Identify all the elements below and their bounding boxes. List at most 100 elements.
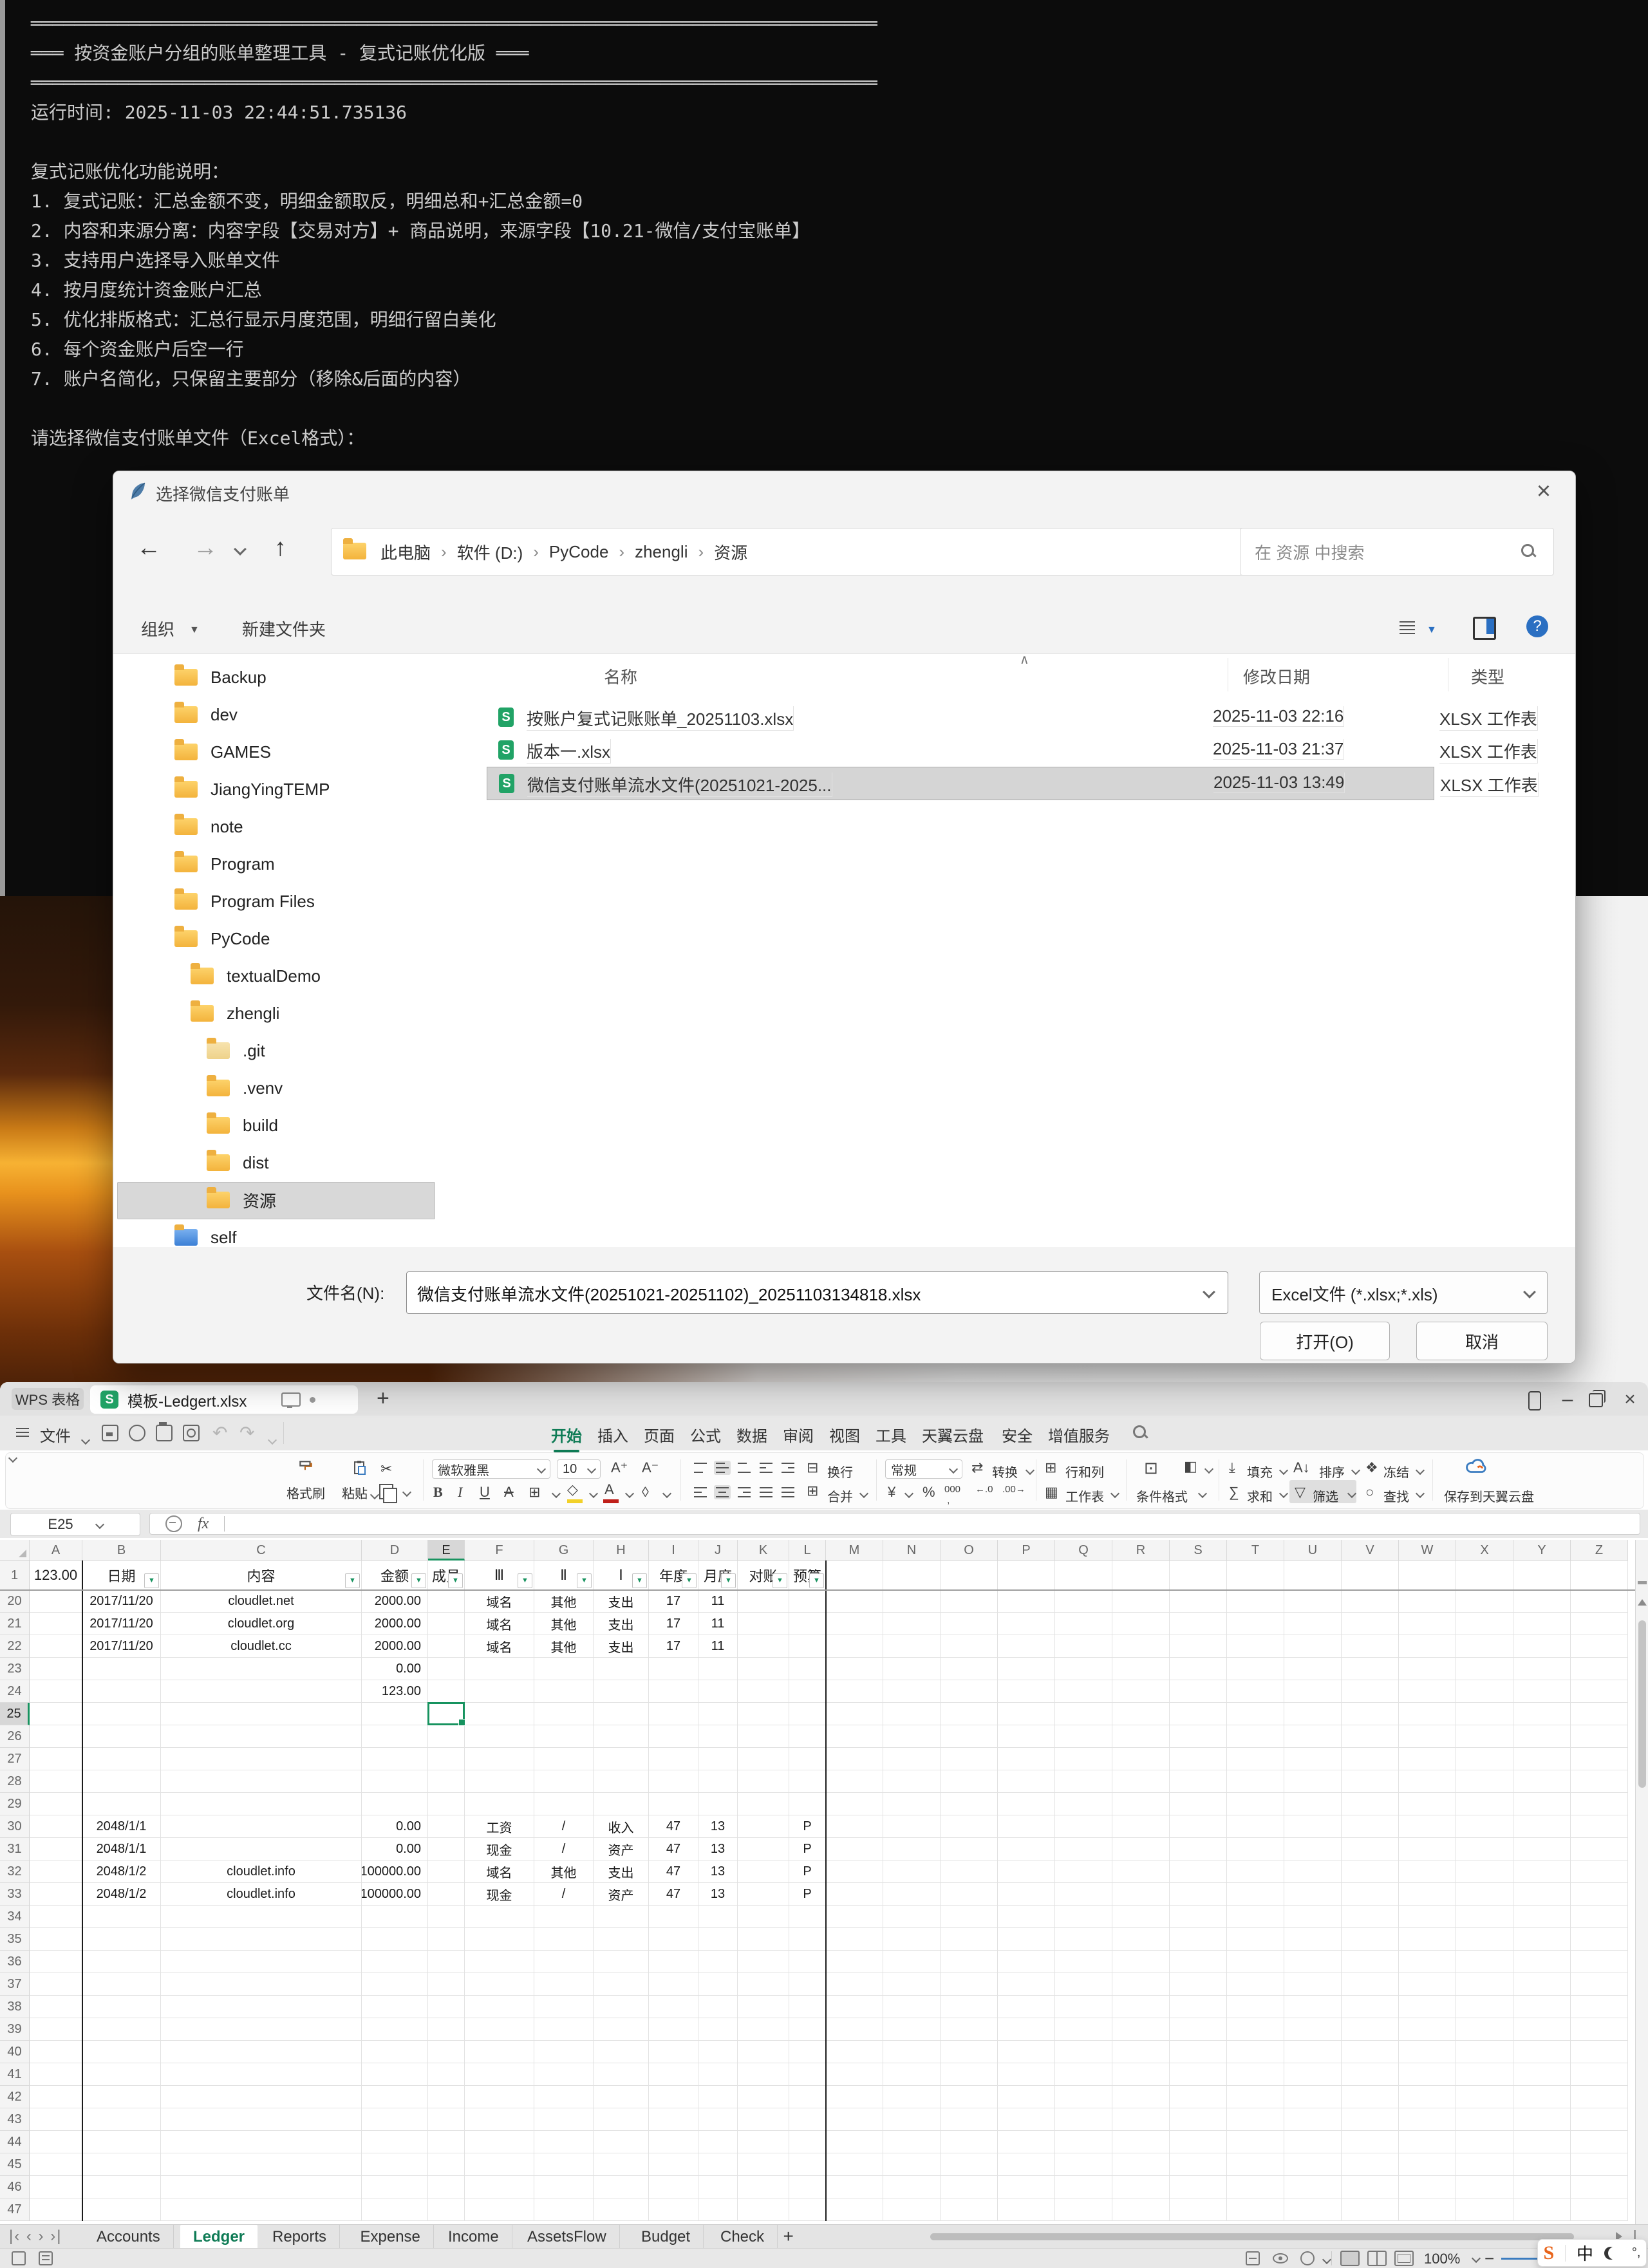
sheet-tab-income[interactable]: Income bbox=[435, 2225, 512, 2249]
cell-M[interactable] bbox=[826, 1928, 883, 1951]
page-layout-view-icon[interactable] bbox=[1367, 2251, 1387, 2266]
cell-Y[interactable] bbox=[1513, 1725, 1571, 1748]
filter-dropdown-icon[interactable]: ▼ bbox=[721, 1573, 736, 1588]
column-header-E[interactable]: E bbox=[428, 1540, 465, 1560]
cell-L[interactable] bbox=[789, 1725, 826, 1748]
row-header-44[interactable]: 44 bbox=[0, 2131, 30, 2153]
cell-B[interactable]: 2048/1/1 bbox=[82, 1838, 161, 1860]
cell-L[interactable]: P bbox=[789, 1860, 826, 1883]
cell-A[interactable] bbox=[30, 1883, 82, 1906]
cell-Z[interactable] bbox=[1571, 2176, 1628, 2198]
cell-W[interactable] bbox=[1399, 1973, 1456, 1996]
formula-search-icon[interactable] bbox=[165, 1515, 182, 1532]
font-name-select[interactable]: 微软雅黑 bbox=[432, 1459, 550, 1479]
zoom-out-icon[interactable]: − bbox=[1484, 2249, 1494, 2268]
cell-Q[interactable] bbox=[1055, 1560, 1112, 1590]
column-header-L[interactable]: L bbox=[789, 1540, 826, 1560]
cell-G[interactable] bbox=[534, 2131, 594, 2153]
cell-L[interactable] bbox=[789, 2108, 826, 2131]
cell-R[interactable] bbox=[1112, 1883, 1170, 1906]
cell-Y[interactable] bbox=[1513, 1590, 1571, 1613]
cell-D[interactable]: 100000.00 bbox=[362, 1860, 428, 1883]
column-header-B[interactable]: B bbox=[82, 1540, 161, 1560]
cell-T[interactable] bbox=[1227, 1725, 1284, 1748]
freeze-icon[interactable]: ❖ bbox=[1365, 1459, 1378, 1476]
cell-L[interactable] bbox=[789, 1590, 826, 1613]
cell-E[interactable] bbox=[428, 1613, 465, 1635]
ribbon-tab-视图[interactable]: 视图 bbox=[829, 1423, 860, 1446]
cell-P[interactable] bbox=[998, 1906, 1055, 1928]
cell-Z[interactable] bbox=[1571, 1906, 1628, 1928]
cell-E[interactable] bbox=[428, 1838, 465, 1860]
column-header-P[interactable]: P bbox=[998, 1540, 1055, 1560]
row-header-29[interactable]: 29 bbox=[0, 1793, 30, 1815]
align-middle-icon[interactable] bbox=[714, 1461, 731, 1475]
cell-U[interactable] bbox=[1284, 1725, 1342, 1748]
filter-dropdown-icon[interactable]: ▼ bbox=[577, 1573, 592, 1588]
cell-N[interactable] bbox=[883, 1838, 941, 1860]
cell-F[interactable] bbox=[465, 1928, 534, 1951]
cell-V[interactable] bbox=[1342, 2041, 1399, 2063]
cell-D[interactable] bbox=[362, 1996, 428, 2018]
cell-Y[interactable] bbox=[1513, 1996, 1571, 2018]
cell-H[interactable] bbox=[594, 1996, 649, 2018]
cell-N[interactable] bbox=[883, 1635, 941, 1658]
cell-K[interactable] bbox=[738, 1680, 789, 1703]
cell-Y[interactable] bbox=[1513, 2153, 1571, 2176]
cell-T[interactable] bbox=[1227, 2131, 1284, 2153]
cell-H[interactable] bbox=[594, 1793, 649, 1815]
cell-Y[interactable] bbox=[1513, 2041, 1571, 2063]
cell-Q[interactable] bbox=[1055, 2063, 1112, 2086]
cell-Q[interactable] bbox=[1055, 1725, 1112, 1748]
row-header-26[interactable]: 26 bbox=[0, 1725, 30, 1748]
cell-A[interactable] bbox=[30, 2108, 82, 2131]
cell-L[interactable]: P bbox=[789, 1883, 826, 1906]
cell-F[interactable] bbox=[465, 2018, 534, 2041]
cell-Q[interactable] bbox=[1055, 1906, 1112, 1928]
cast-icon[interactable] bbox=[281, 1392, 301, 1407]
cell-L[interactable] bbox=[789, 2018, 826, 2041]
row-header-30[interactable]: 30 bbox=[0, 1815, 30, 1838]
cell-B[interactable]: 2048/1/2 bbox=[82, 1883, 161, 1906]
cell-K[interactable] bbox=[738, 1658, 789, 1680]
cell-W[interactable] bbox=[1399, 1996, 1456, 2018]
cell-R[interactable] bbox=[1112, 1996, 1170, 2018]
sort-button[interactable]: 排序 bbox=[1319, 1462, 1345, 1481]
row-header-27[interactable]: 27 bbox=[0, 1748, 30, 1770]
cell-N[interactable] bbox=[883, 2176, 941, 2198]
cell-O[interactable] bbox=[941, 1973, 998, 1996]
cell-F[interactable]: 现金 bbox=[465, 1838, 534, 1860]
cell-Z[interactable] bbox=[1571, 1613, 1628, 1635]
file-row[interactable]: S按账户复式记账账单_20251103.xlsx2025-11-03 22:16… bbox=[487, 701, 1433, 733]
cell-E[interactable] bbox=[428, 1928, 465, 1951]
cell-G[interactable] bbox=[534, 1703, 594, 1725]
decrease-decimal-icon[interactable]: .00→ bbox=[1002, 1484, 1025, 1495]
cell-U[interactable] bbox=[1284, 1560, 1342, 1590]
cell-Q[interactable] bbox=[1055, 2108, 1112, 2131]
cell-K[interactable] bbox=[738, 2153, 789, 2176]
cell-B[interactable] bbox=[82, 2018, 161, 2041]
row-header-37[interactable]: 37 bbox=[0, 1973, 30, 1996]
cell-T[interactable] bbox=[1227, 2198, 1284, 2221]
cell-D[interactable] bbox=[362, 1748, 428, 1770]
pan-icon[interactable] bbox=[1300, 2251, 1315, 2265]
cell-O[interactable] bbox=[941, 2176, 998, 2198]
cell-V[interactable] bbox=[1342, 2086, 1399, 2108]
tree-item--[interactable]: 资源 bbox=[207, 1182, 276, 1218]
zoom-dropdown-icon[interactable] bbox=[1472, 2254, 1481, 2263]
tree-item-jiangyingtemp[interactable]: JiangYingTEMP bbox=[174, 771, 330, 807]
filter-button[interactable]: 筛选 bbox=[1313, 1486, 1338, 1505]
ribbon-tab-数据[interactable]: 数据 bbox=[736, 1423, 767, 1446]
cell-P[interactable] bbox=[998, 2153, 1055, 2176]
tree-item-pycode[interactable]: PyCode bbox=[174, 921, 270, 957]
cell-Q[interactable] bbox=[1055, 1590, 1112, 1613]
cell-F[interactable] bbox=[465, 2086, 534, 2108]
cell-Z[interactable] bbox=[1571, 2063, 1628, 2086]
breadcrumb-item[interactable]: 软件 (D:) bbox=[457, 540, 523, 564]
cell-P[interactable] bbox=[998, 2108, 1055, 2131]
cell-Y[interactable] bbox=[1513, 2176, 1571, 2198]
cell-K[interactable] bbox=[738, 2086, 789, 2108]
cell-F[interactable] bbox=[465, 1996, 534, 2018]
cell-N[interactable] bbox=[883, 1725, 941, 1748]
cell-A[interactable] bbox=[30, 1725, 82, 1748]
